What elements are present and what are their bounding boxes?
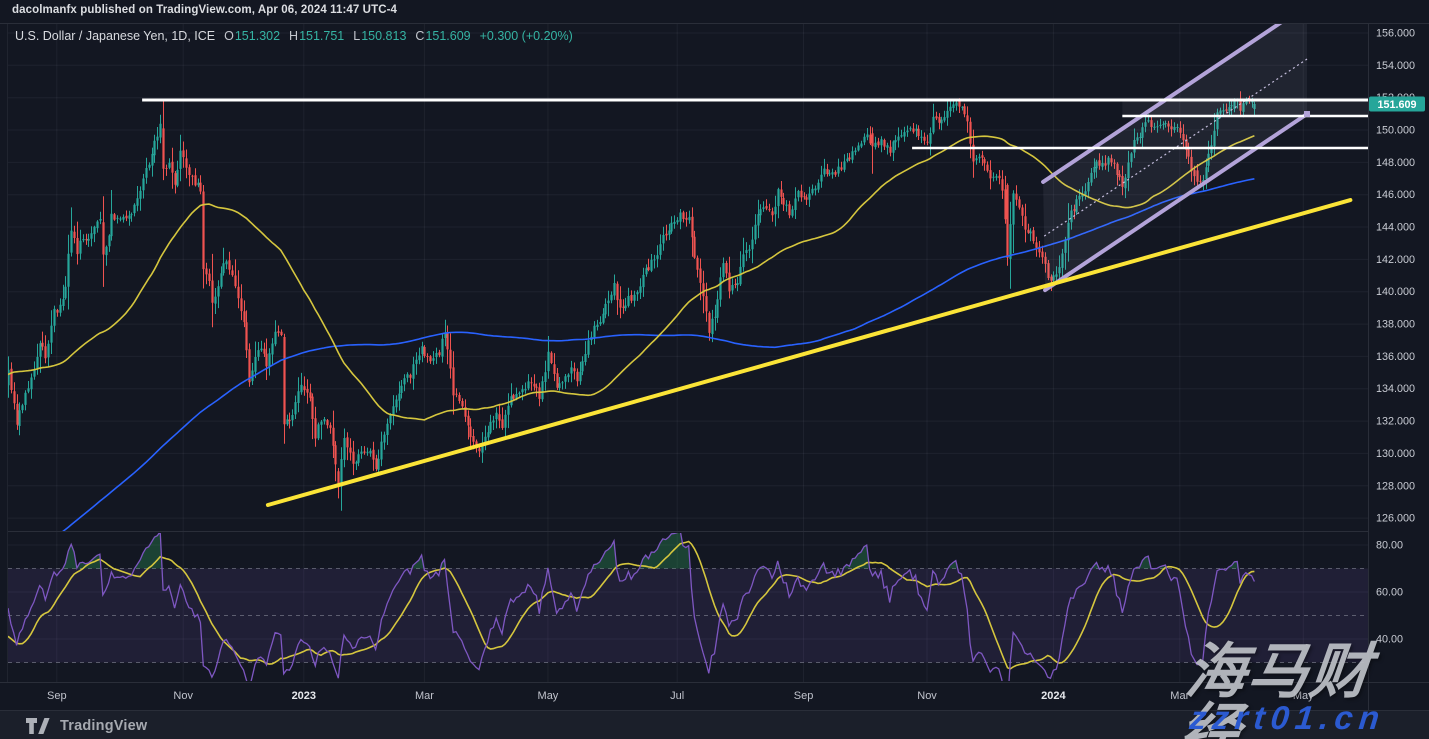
symbol-legend: U.S. Dollar / Japanese Yen, 1D, ICE O151… bbox=[15, 29, 573, 43]
ohlc-close: C151.609 bbox=[415, 29, 470, 43]
open-label: O bbox=[224, 29, 234, 43]
price-tick-label: 142.000 bbox=[1376, 254, 1415, 266]
ohlc-open: O151.302 bbox=[224, 29, 280, 43]
price-tick-label: 148.000 bbox=[1376, 157, 1415, 169]
price-tick-label: 146.000 bbox=[1376, 189, 1415, 201]
price-tick-label: 134.000 bbox=[1376, 383, 1415, 395]
price-tick-label: 150.000 bbox=[1376, 125, 1415, 137]
price-tick-label: 138.000 bbox=[1376, 319, 1415, 331]
time-scale[interactable]: SepNov2023MarMayJulSepNov2024MarMay bbox=[47, 690, 1314, 702]
watermark-url: zzrt01.cn bbox=[1188, 701, 1387, 734]
time-tick-label: 2023 bbox=[292, 690, 316, 702]
high-value: 151.751 bbox=[299, 29, 344, 43]
time-tick-label: Nov bbox=[173, 690, 193, 702]
price-tick-label: 156.000 bbox=[1376, 28, 1415, 40]
time-tick-label: Sep bbox=[794, 690, 814, 702]
price-tick-label: 144.000 bbox=[1376, 222, 1415, 234]
open-value: 151.302 bbox=[235, 29, 280, 43]
ohlc-high: H151.751 bbox=[289, 29, 344, 43]
close-value: 151.609 bbox=[425, 29, 470, 43]
time-tick-label: 2024 bbox=[1041, 690, 1066, 702]
time-tick-label: Sep bbox=[47, 690, 67, 702]
time-tick-label: Mar bbox=[415, 690, 434, 702]
rsi-pane bbox=[8, 529, 1368, 706]
rsi-tick-label: 80.00 bbox=[1376, 540, 1403, 552]
price-tick-label: 132.000 bbox=[1376, 416, 1415, 428]
down-candle-bodies bbox=[12, 99, 1250, 486]
symbol-title: U.S. Dollar / Japanese Yen, 1D, ICE bbox=[15, 29, 215, 43]
time-tick-label: Jul bbox=[670, 690, 684, 702]
channel-endpoint-handle bbox=[1304, 111, 1310, 117]
chart-canvas[interactable]: 156.000154.000152.000150.000148.000146.0… bbox=[0, 0, 1429, 739]
close-label: C bbox=[415, 29, 424, 43]
chart-drawings[interactable] bbox=[142, 5, 1368, 505]
price-scale[interactable]: 156.000154.000152.000150.000148.000146.0… bbox=[1369, 28, 1425, 646]
candlestick-series bbox=[9, 91, 1255, 511]
rsi-tick-label: 60.00 bbox=[1376, 587, 1403, 599]
low-value: 150.813 bbox=[361, 29, 406, 43]
high-label: H bbox=[289, 29, 298, 43]
last-price-badge-text: 151.609 bbox=[1377, 99, 1416, 111]
price-tick-label: 154.000 bbox=[1376, 60, 1415, 72]
tradingview-brand-label: TradingView bbox=[60, 718, 147, 734]
tradingview-logo-icon bbox=[26, 718, 50, 734]
time-tick-label: May bbox=[538, 690, 559, 702]
change-value: +0.300 (+0.20%) bbox=[480, 29, 573, 43]
up-candle-wicks bbox=[9, 97, 1255, 511]
price-tick-label: 126.000 bbox=[1376, 513, 1415, 525]
low-label: L bbox=[353, 29, 360, 43]
price-tick-label: 128.000 bbox=[1376, 480, 1415, 492]
ohlc-low: L150.813 bbox=[353, 29, 406, 43]
price-tick-label: 130.000 bbox=[1376, 448, 1415, 460]
time-tick-label: Nov bbox=[917, 690, 937, 702]
price-tick-label: 140.000 bbox=[1376, 286, 1415, 298]
tradingview-published-chart: dacolmanfx published on TradingView.com,… bbox=[0, 0, 1429, 739]
down-candle-wicks bbox=[12, 91, 1250, 498]
price-tick-label: 136.000 bbox=[1376, 351, 1415, 363]
trendline-support bbox=[268, 200, 1350, 505]
